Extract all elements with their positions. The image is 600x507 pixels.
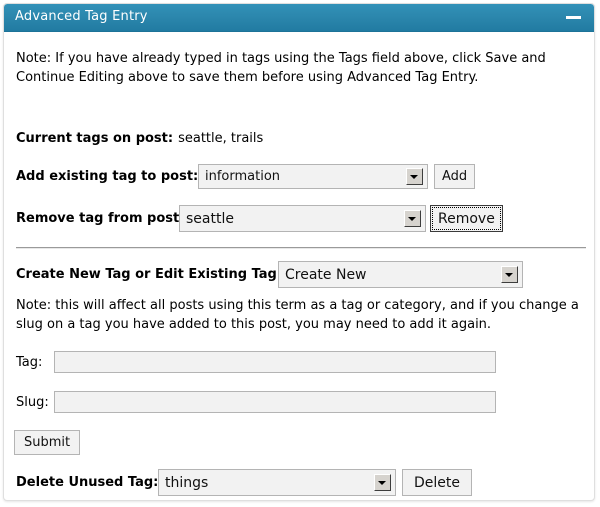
remove-tag-select[interactable]: seattle — [179, 205, 426, 232]
section-divider — [16, 247, 586, 249]
remove-tag-selected-value: seattle — [186, 210, 234, 227]
slug-input[interactable] — [54, 391, 496, 413]
chevron-down-icon[interactable] — [406, 168, 423, 185]
panel-header: Advanced Tag Entry — [4, 4, 594, 32]
current-tags-value: seattle, trails — [178, 131, 264, 146]
remove-button[interactable]: Remove — [430, 205, 503, 232]
add-existing-tag-select[interactable]: information — [198, 164, 428, 189]
chevron-down-icon-triangle — [410, 175, 418, 179]
tag-input[interactable] — [54, 351, 496, 373]
current-tags-row: Current tags on post: seattle, trails — [16, 131, 263, 146]
delete-unused-tag-row: Delete Unused Tag: things Delete — [16, 469, 472, 496]
add-button[interactable]: Add — [434, 164, 476, 189]
add-existing-tag-row: Add existing tag to post: information Ad… — [16, 164, 476, 189]
delete-unused-tag-select[interactable]: things — [158, 469, 396, 496]
chevron-down-icon[interactable] — [404, 210, 421, 227]
slug-field-label: Slug: — [16, 394, 49, 410]
tag-field-label: Tag: — [16, 354, 43, 370]
tag-field-row: Tag: — [16, 351, 496, 373]
chevron-down-icon-triangle — [378, 481, 386, 485]
delete-button[interactable]: Delete — [402, 469, 472, 496]
chevron-down-icon[interactable] — [501, 266, 518, 283]
remove-tag-row: Remove tag from post: seattle Remove — [16, 205, 503, 232]
delete-unused-tag-selected-value: things — [165, 474, 209, 491]
current-tags-label: Current tags on post: — [16, 131, 174, 146]
add-existing-tag-selected-value: information — [205, 169, 281, 184]
panel-title: Advanced Tag Entry — [15, 9, 148, 24]
minimize-icon-bar — [566, 16, 581, 19]
chevron-down-icon-triangle — [408, 217, 416, 221]
delete-unused-tag-label: Delete Unused Tag: — [16, 475, 159, 490]
slug-field-row: Slug: — [16, 391, 496, 413]
create-or-edit-tag-row: Create New Tag or Edit Existing Tag Crea… — [16, 261, 523, 288]
add-existing-tag-label: Add existing tag to post: — [16, 169, 199, 184]
create-or-edit-tag-label: Create New Tag or Edit Existing Tag — [16, 267, 277, 282]
advanced-tag-entry-panel: Advanced Tag Entry Note: If you have alr… — [3, 3, 595, 501]
note-top: Note: If you have already typed in tags … — [16, 51, 546, 85]
create-or-edit-tag-selected-value: Create New — [285, 266, 367, 283]
chevron-down-icon[interactable] — [374, 474, 391, 491]
submit-row: Submit — [14, 430, 81, 455]
minimize-icon[interactable] — [564, 4, 584, 31]
remove-tag-label: Remove tag from post: — [16, 211, 185, 226]
chevron-down-icon-triangle — [505, 273, 513, 277]
note-middle: Note: this will affect all posts using t… — [16, 298, 579, 332]
panel-body: Note: If you have already typed in tags … — [4, 32, 594, 500]
submit-button[interactable]: Submit — [14, 430, 81, 455]
create-or-edit-tag-select[interactable]: Create New — [278, 261, 523, 288]
